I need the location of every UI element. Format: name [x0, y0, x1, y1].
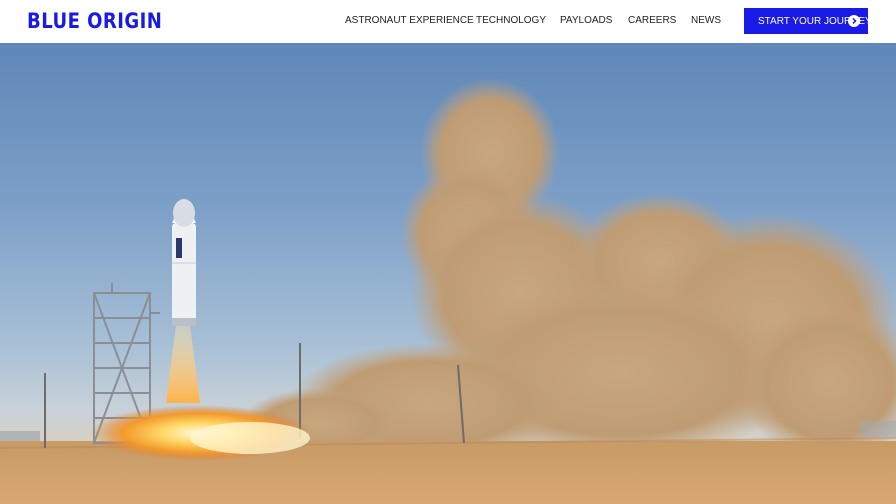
nav-item-technology[interactable]: TECHNOLOGY — [476, 15, 546, 26]
start-your-journey-button[interactable]: START YOUR JOURNEY — [744, 8, 868, 34]
rocket-launch-illustration — [0, 78, 896, 504]
exhaust-smoke-cloud — [240, 78, 896, 463]
rocket — [172, 199, 196, 326]
site-header: BLUE ORIGIN ASTRONAUT EXPERIENCE TECHNOL… — [0, 0, 896, 43]
nav-item-news[interactable]: NEWS — [691, 15, 721, 26]
nav-item-astronaut-experience[interactable]: ASTRONAUT EXPERIENCE — [345, 15, 474, 26]
nav-item-careers[interactable]: CAREERS — [628, 15, 676, 26]
chevron-right-circle-icon — [848, 15, 860, 27]
nav-item-payloads[interactable]: PAYLOADS — [560, 15, 612, 26]
engine-plume — [166, 325, 200, 403]
hero-launch-image — [0, 43, 896, 504]
